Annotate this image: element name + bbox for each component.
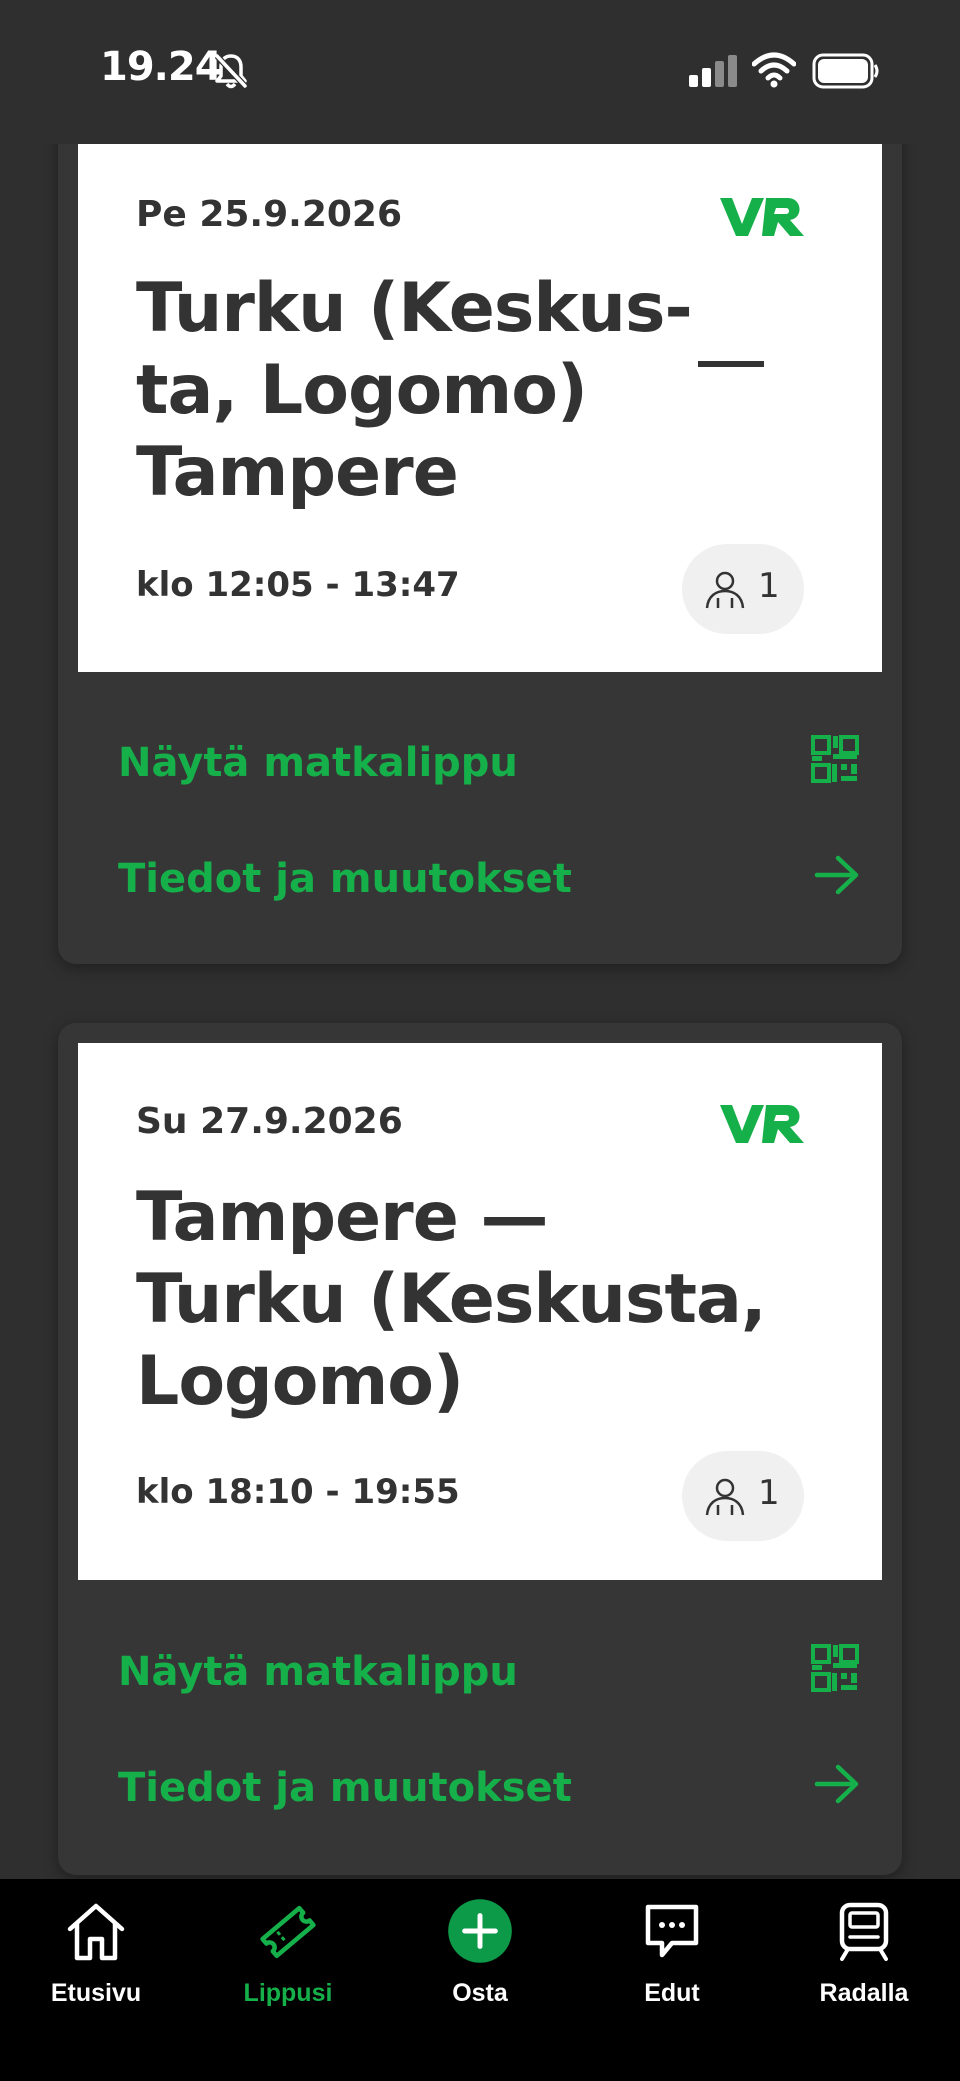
ticket-card[interactable]: Su 27.9.2026 Tampere — Turku (Keskusta, … xyxy=(78,1043,882,1580)
qr-code-icon xyxy=(811,1644,859,1692)
arrow-right-icon xyxy=(814,1764,859,1804)
ticket-date: Pe 25.9.2026 xyxy=(136,194,403,235)
bell-slash-icon xyxy=(214,53,248,89)
nav-label: Etusivu xyxy=(50,1979,142,2007)
route-title: Tampere — Turku (Keskusta, Logomo) xyxy=(136,1177,786,1423)
status-bar: 19.24 xyxy=(0,0,960,144)
ticket-time: klo 12:05 - 13:47 xyxy=(136,565,460,605)
ticket-details-label: Tiedot ja muutokset xyxy=(118,1765,572,1811)
show-ticket-label: Näytä matkalippu xyxy=(118,1649,518,1695)
ticket-details-button[interactable]: Tiedot ja muutokset xyxy=(118,850,859,910)
route-line: Logomo) xyxy=(136,1342,464,1421)
nav-item-lippusi[interactable]: Lippusi xyxy=(192,1891,384,2011)
nav-label: Radalla xyxy=(819,1979,909,2007)
ticket-details-button[interactable]: Tiedot ja muutokset xyxy=(118,1759,859,1819)
vr-logo xyxy=(720,198,804,236)
show-ticket-label: Näytä matkalippu xyxy=(118,740,518,786)
ticket-date: Su 27.9.2026 xyxy=(136,1101,403,1142)
person-icon xyxy=(705,571,745,609)
nav-label: Osta xyxy=(452,1979,508,2007)
show-ticket-button[interactable]: Näytä matkalippu xyxy=(118,1643,859,1703)
route-title: Turku (Keskus- ta, Logomo) Tampere xyxy=(136,268,786,514)
status-time: 19.24 xyxy=(100,44,223,90)
plus-circle-icon xyxy=(448,1899,512,1963)
signal-icon xyxy=(689,55,737,87)
show-ticket-button[interactable]: Näytä matkalippu xyxy=(118,734,859,794)
nav-item-osta[interactable]: Osta xyxy=(384,1891,576,2011)
passenger-count-chip: 1 xyxy=(682,544,804,634)
arrow-right-icon xyxy=(814,855,859,895)
route-line: Tampere xyxy=(136,433,459,512)
passenger-count: 1 xyxy=(758,1473,780,1513)
nav-item-radalla[interactable]: Radalla xyxy=(768,1891,960,2011)
route-dash xyxy=(698,361,764,367)
ticket-panel: Su 27.9.2026 Tampere — Turku (Keskusta, … xyxy=(58,1023,902,1875)
qr-code-icon xyxy=(811,735,859,783)
bottom-nav: Etusivu Lippusi Osta Edut Radalla xyxy=(0,1879,960,2081)
vr-logo xyxy=(720,1105,804,1143)
ticket-time: klo 18:10 - 19:55 xyxy=(136,1472,460,1512)
ticket-details-label: Tiedot ja muutokset xyxy=(118,856,572,902)
ticket-card[interactable]: Pe 25.9.2026 Turku (Keskus- ta, Logomo) … xyxy=(78,100,882,672)
home-icon xyxy=(67,1903,125,1961)
nav-item-edut[interactable]: Edut xyxy=(576,1891,768,2011)
person-icon xyxy=(705,1478,745,1516)
route-line: ta, Logomo) xyxy=(136,351,588,430)
wifi-icon xyxy=(752,52,796,88)
train-icon xyxy=(839,1902,889,1961)
passenger-count: 1 xyxy=(758,566,780,606)
ticket-panel: Pe 25.9.2026 Turku (Keskus- ta, Logomo) … xyxy=(58,100,902,964)
nav-label: Lippusi xyxy=(243,1979,333,2007)
ticket-icon xyxy=(260,1905,316,1959)
chat-bubble-icon xyxy=(645,1904,699,1958)
home-indicator xyxy=(318,2055,642,2065)
nav-item-etusivu[interactable]: Etusivu xyxy=(0,1891,192,2011)
passenger-count-chip: 1 xyxy=(682,1451,804,1541)
route-line: Turku (Keskus- xyxy=(136,269,693,348)
route-line: Turku (Keskusta, xyxy=(136,1260,767,1339)
nav-label: Edut xyxy=(644,1979,700,2007)
route-line: Tampere — xyxy=(136,1178,548,1257)
battery-icon xyxy=(812,53,879,89)
